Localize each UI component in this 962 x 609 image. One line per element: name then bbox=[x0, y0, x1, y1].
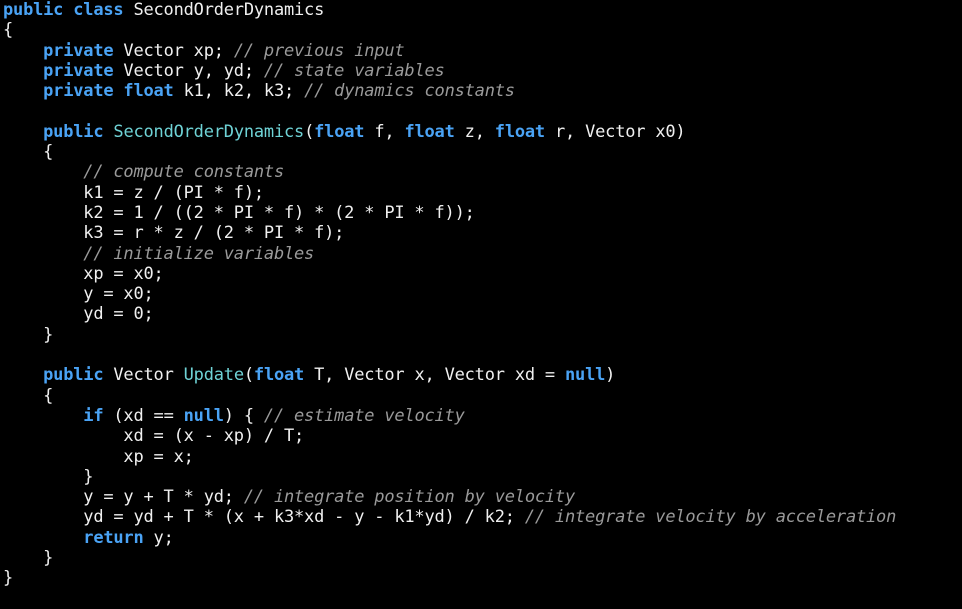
code-line: xd = (x - xp) / T; bbox=[3, 426, 896, 446]
code-line: private Vector y, yd; // state variables bbox=[3, 61, 896, 81]
code-text-token: ( bbox=[304, 121, 315, 142]
code-line: { bbox=[3, 386, 896, 406]
keyword-token: float bbox=[253, 365, 305, 386]
code-line: { bbox=[3, 20, 896, 40]
code-line: private float k1, k2, k3; // dynamics co… bbox=[3, 81, 896, 101]
code-text-token: ) { bbox=[223, 405, 264, 426]
code-line: k1 = z / (PI * f); bbox=[3, 183, 896, 203]
code-line: k2 = 1 / ((2 * PI * f) * (2 * PI * f)); bbox=[3, 203, 896, 223]
keyword-token: float bbox=[494, 121, 545, 142]
code-line: // compute constants bbox=[3, 162, 896, 182]
code-text-token: (xd == bbox=[103, 405, 184, 426]
comment-token: // integrate velocity by acceleration bbox=[524, 507, 897, 528]
code-text-token: ) bbox=[605, 365, 616, 386]
comment-token: // state variables bbox=[263, 60, 445, 81]
keyword-token: public class bbox=[3, 0, 124, 20]
code-editor: public class SecondOrderDynamics{ privat… bbox=[0, 0, 962, 609]
comment-token: // dynamics constants bbox=[304, 81, 515, 102]
code-text-token: { bbox=[3, 142, 54, 163]
code-text-token: } bbox=[3, 568, 14, 589]
code-text-token: } bbox=[3, 548, 54, 569]
code-text-token: SecondOrderDynamics bbox=[123, 0, 325, 20]
code-text-token: xd = (x - xp) / T; bbox=[3, 426, 305, 447]
code-line: if (xd == null) { // estimate velocity bbox=[3, 406, 896, 426]
code-text-token: z, bbox=[454, 121, 495, 142]
code-text-token: k1 = z / (PI * f); bbox=[3, 182, 264, 203]
code-line: // initialize variables bbox=[3, 244, 896, 264]
comment-token: // estimate velocity bbox=[263, 405, 465, 426]
comment-token: // initialize variables bbox=[83, 243, 315, 264]
code-text-token: { bbox=[3, 385, 54, 406]
code-text-token: Vector xp; bbox=[113, 40, 234, 61]
function-name-token: Update bbox=[183, 365, 244, 386]
keyword-token: return bbox=[83, 527, 144, 548]
keyword-token: float bbox=[404, 121, 455, 142]
code-text-token: y; bbox=[143, 527, 174, 548]
code-line: xp = x; bbox=[3, 447, 896, 467]
code-line: } bbox=[3, 467, 896, 487]
keyword-token: private bbox=[43, 40, 114, 61]
code-text-token: r, Vector x0) bbox=[544, 121, 686, 142]
code-text-token: k1, k2, k3; bbox=[173, 81, 305, 102]
code-line: public Vector Update(float T, Vector x, … bbox=[3, 365, 896, 385]
code-line: { bbox=[3, 142, 896, 162]
keyword-token: null bbox=[183, 405, 224, 426]
code-line: y = x0; bbox=[3, 284, 896, 304]
keyword-token: null bbox=[565, 365, 606, 386]
keyword-token: private float bbox=[43, 81, 174, 102]
code-text-token: } bbox=[3, 466, 94, 487]
code-block: public class SecondOrderDynamics{ privat… bbox=[3, 0, 896, 589]
keyword-token: if bbox=[83, 405, 104, 426]
comment-token: // integrate position by velocity bbox=[243, 487, 575, 508]
code-text-token: k2 = 1 / ((2 * PI * f) * (2 * PI * f)); bbox=[3, 202, 475, 223]
comment-token: // compute constants bbox=[83, 162, 284, 183]
code-text-token: y = y + T * yd; bbox=[3, 487, 244, 508]
code-line: } bbox=[3, 568, 896, 588]
code-line: } bbox=[3, 548, 896, 568]
code-line: public SecondOrderDynamics(float f, floa… bbox=[3, 122, 896, 142]
code-line: yd = yd + T * (x + k3*xd - y - k1*yd) / … bbox=[3, 507, 896, 527]
code-text-token: { bbox=[3, 20, 14, 41]
code-line: k3 = r * z / (2 * PI * f); bbox=[3, 223, 896, 243]
code-line: private Vector xp; // previous input bbox=[3, 41, 896, 61]
code-text-token: yd = yd + T * (x + k3*xd - y - k1*yd) / … bbox=[3, 507, 525, 528]
code-text-token: Vector bbox=[103, 365, 184, 386]
code-text-token: xp = x; bbox=[3, 446, 194, 467]
code-line: yd = 0; bbox=[3, 304, 896, 324]
keyword-token: private bbox=[43, 60, 114, 81]
code-text-token: ( bbox=[243, 365, 254, 386]
keyword-token: float bbox=[314, 121, 365, 142]
keyword-token: public bbox=[43, 121, 104, 142]
keyword-token: public bbox=[43, 365, 104, 386]
code-text-token: Vector y, yd; bbox=[113, 60, 264, 81]
code-line: return y; bbox=[3, 528, 896, 548]
code-line: xp = x0; bbox=[3, 264, 896, 284]
code-line: } bbox=[3, 325, 896, 345]
function-name-token: SecondOrderDynamics bbox=[113, 121, 305, 142]
code-text-token: } bbox=[3, 324, 54, 345]
code-text-token: y = x0; bbox=[3, 284, 154, 305]
code-text-token: f, bbox=[364, 121, 405, 142]
code-text-token: yd = 0; bbox=[3, 304, 154, 325]
code-text-token: T, Vector x, Vector xd = bbox=[304, 365, 566, 386]
code-text-token: xp = x0; bbox=[3, 263, 164, 284]
comment-token: // previous input bbox=[233, 40, 405, 61]
code-line: y = y + T * yd; // integrate position by… bbox=[3, 487, 896, 507]
code-line: public class SecondOrderDynamics bbox=[3, 0, 896, 20]
code-text-token: k3 = r * z / (2 * PI * f); bbox=[3, 223, 345, 244]
